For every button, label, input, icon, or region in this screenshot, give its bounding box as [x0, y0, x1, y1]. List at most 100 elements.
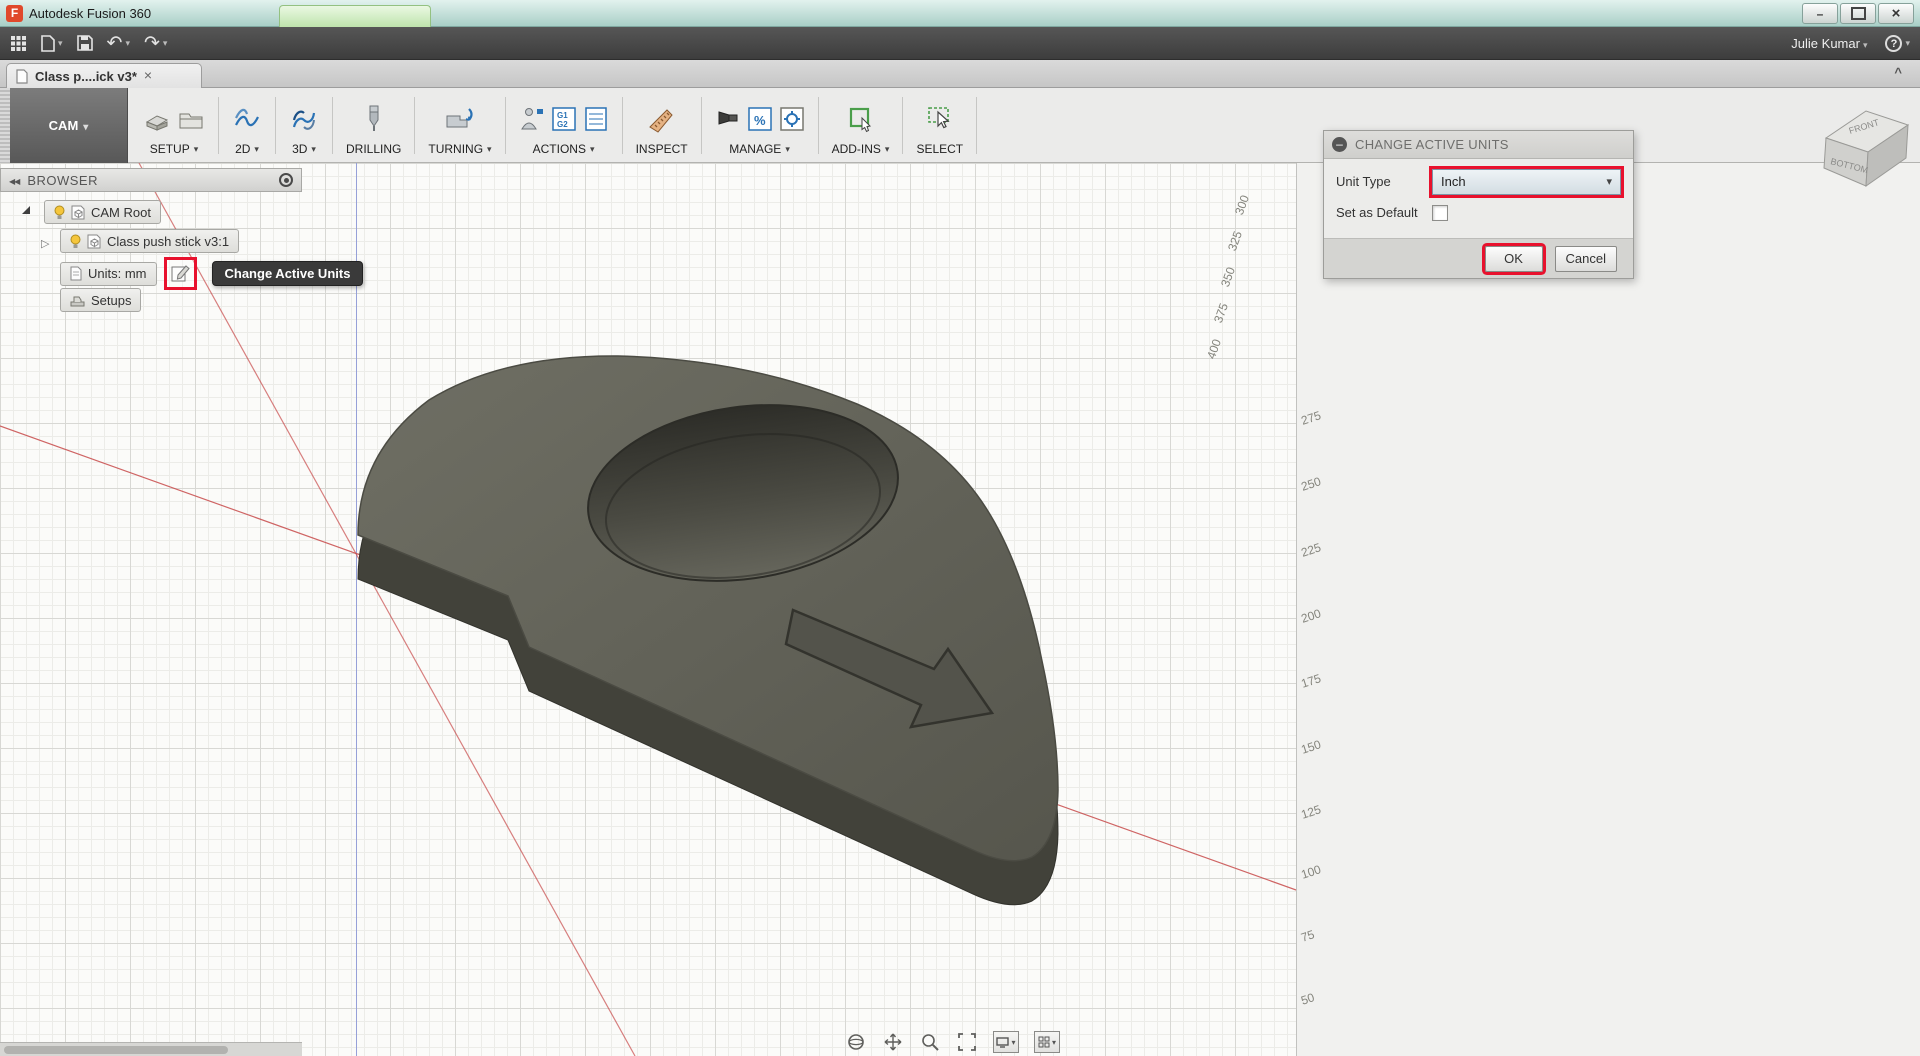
axis-label: 75 — [1299, 927, 1317, 945]
view-cube[interactable]: FRONT BOTTOM — [1812, 98, 1916, 199]
user-name: Julie Kumar — [1791, 36, 1860, 51]
window-title: Autodesk Fusion 360 — [29, 5, 152, 21]
task-manager-icon — [718, 111, 738, 125]
ribbon-group-drilling[interactable]: DRILLING — [333, 88, 414, 163]
ribbon-group-setup[interactable]: SETUP — [130, 88, 218, 163]
redo-button[interactable] — [144, 32, 167, 55]
zoom-icon[interactable] — [919, 1031, 941, 1053]
view-navigation-bar — [845, 1031, 1060, 1053]
visibility-bulb-icon[interactable] — [54, 205, 65, 220]
collapse-ribbon-chevron[interactable] — [1894, 65, 1902, 80]
unit-type-dropdown[interactable]: Inch — [1432, 168, 1621, 195]
minimize-button[interactable] — [1802, 3, 1838, 24]
tree-row-component[interactable]: Class push stick v3:1 — [60, 229, 240, 253]
maximize-button[interactable] — [1840, 3, 1876, 24]
browser-horizontal-scrollbar[interactable] — [0, 1042, 302, 1056]
orbit-icon[interactable] — [845, 1031, 867, 1053]
addins-icon — [849, 107, 871, 133]
expander-closed-icon[interactable] — [41, 234, 49, 252]
help-menu[interactable]: ? — [1885, 35, 1910, 52]
select-cursor-icon — [927, 107, 950, 129]
application-window: 275 250 225 200 175 150 125 100 75 50 30… — [0, 0, 1920, 1056]
dialog-collapse-icon[interactable] — [1332, 137, 1347, 152]
tree-row-cam-root[interactable]: CAM Root — [44, 200, 161, 224]
browser-panel-header: BROWSER — [0, 168, 302, 192]
collapse-panel-icon[interactable] — [9, 171, 19, 189]
set-as-default-checkbox[interactable] — [1432, 204, 1448, 221]
ribbon-group-addins[interactable]: ADD-INS — [819, 88, 903, 163]
axis-label: 175 — [1299, 671, 1323, 691]
setups-icon — [70, 296, 85, 307]
drilling-icon — [369, 105, 379, 131]
app-grid-icon[interactable] — [10, 35, 27, 52]
display-settings-button[interactable] — [993, 1031, 1019, 1053]
2d-milling-icon — [235, 108, 259, 127]
edit-units-icon[interactable] — [171, 264, 190, 283]
ribbon-group-label: ACTIONS — [532, 142, 586, 156]
modeling-canvas-grid[interactable] — [0, 163, 1297, 1056]
axis-label: 125 — [1299, 802, 1323, 822]
post-process-icon — [520, 108, 543, 130]
axis-label: 250 — [1299, 474, 1323, 494]
window-controls — [1802, 3, 1914, 24]
ribbon-divider — [976, 97, 978, 154]
units-document-icon — [70, 266, 82, 281]
document-tab[interactable]: Class p....ick v3* — [6, 63, 202, 88]
ribbon-group-3d[interactable]: 3D — [276, 88, 332, 163]
background-browser-tab — [279, 5, 431, 27]
grid-settings-button[interactable] — [1034, 1031, 1060, 1053]
undo-button[interactable] — [107, 32, 130, 55]
tree-row-units[interactable]: Units: mm Change Active Units — [60, 257, 364, 290]
ribbon-group-turning[interactable]: TURNING — [415, 88, 504, 163]
close-button[interactable] — [1878, 3, 1914, 24]
ribbon-group-actions[interactable]: G1 G2 ACTIONS — [506, 88, 622, 163]
document-icon — [16, 68, 28, 84]
tree-expander-row — [41, 234, 49, 252]
tab-close-icon[interactable] — [144, 67, 152, 85]
component-icon — [87, 234, 101, 248]
tree-item-label: Units: mm — [88, 266, 147, 281]
ribbon-group-label: ADD-INS — [831, 142, 881, 156]
ribbon-group-label: 3D — [292, 142, 308, 156]
scrollbar-thumb[interactable] — [4, 1046, 228, 1054]
user-account-menu[interactable]: Julie Kumar — [1791, 36, 1867, 51]
tree-row-setups[interactable]: Setups — [60, 288, 142, 312]
document-tab-bar: Class p....ick v3* — [0, 60, 1920, 88]
z-axis-line — [356, 163, 357, 1056]
ribbon-grip — [0, 88, 10, 163]
ribbon-group-label: DRILLING — [346, 142, 402, 156]
ribbon-group-select[interactable]: SELECT — [903, 88, 976, 163]
visibility-bulb-icon[interactable] — [70, 234, 81, 249]
ribbon-group-label: SELECT — [916, 142, 964, 156]
pan-icon[interactable] — [882, 1031, 904, 1053]
browser-options-icon[interactable] — [279, 173, 293, 187]
fit-icon[interactable] — [956, 1031, 978, 1053]
percent-box-icon: % — [747, 107, 772, 131]
axis-label: 275 — [1299, 408, 1323, 428]
axis-label: 150 — [1299, 737, 1323, 757]
cam-document-icon — [71, 205, 85, 219]
tree-item-label: Class push stick v3:1 — [107, 233, 230, 249]
gcode-icon: G1G2 — [551, 107, 576, 131]
ok-button[interactable]: OK — [1484, 245, 1543, 272]
ribbon-group-2d[interactable]: 2D — [219, 88, 275, 163]
set-as-default-label: Set as Default — [1336, 205, 1418, 220]
document-tab-label: Class p....ick v3* — [35, 68, 137, 84]
save-button[interactable] — [76, 35, 93, 51]
3d-milling-icon — [292, 110, 316, 130]
machine-settings-icon — [779, 107, 804, 131]
ribbon-group-inspect[interactable]: INSPECT — [623, 88, 701, 163]
dialog-title: CHANGE ACTIVE UNITS — [1355, 137, 1509, 152]
expander-open-icon[interactable] — [22, 206, 30, 214]
cancel-button[interactable]: Cancel — [1554, 245, 1617, 272]
tooltip: Change Active Units — [211, 261, 364, 286]
dialog-header: CHANGE ACTIVE UNITS — [1324, 131, 1633, 159]
file-menu-button[interactable] — [41, 34, 63, 52]
svg-text:G2: G2 — [557, 120, 568, 129]
tree-item-label: Setups — [91, 292, 132, 308]
workspace-label: CAM — [48, 118, 79, 133]
axis-label: 225 — [1299, 540, 1323, 560]
tree-expander-row — [22, 206, 30, 214]
workspace-switcher[interactable]: CAM — [10, 88, 128, 163]
ribbon-group-manage[interactable]: % MANAGE — [702, 88, 818, 163]
